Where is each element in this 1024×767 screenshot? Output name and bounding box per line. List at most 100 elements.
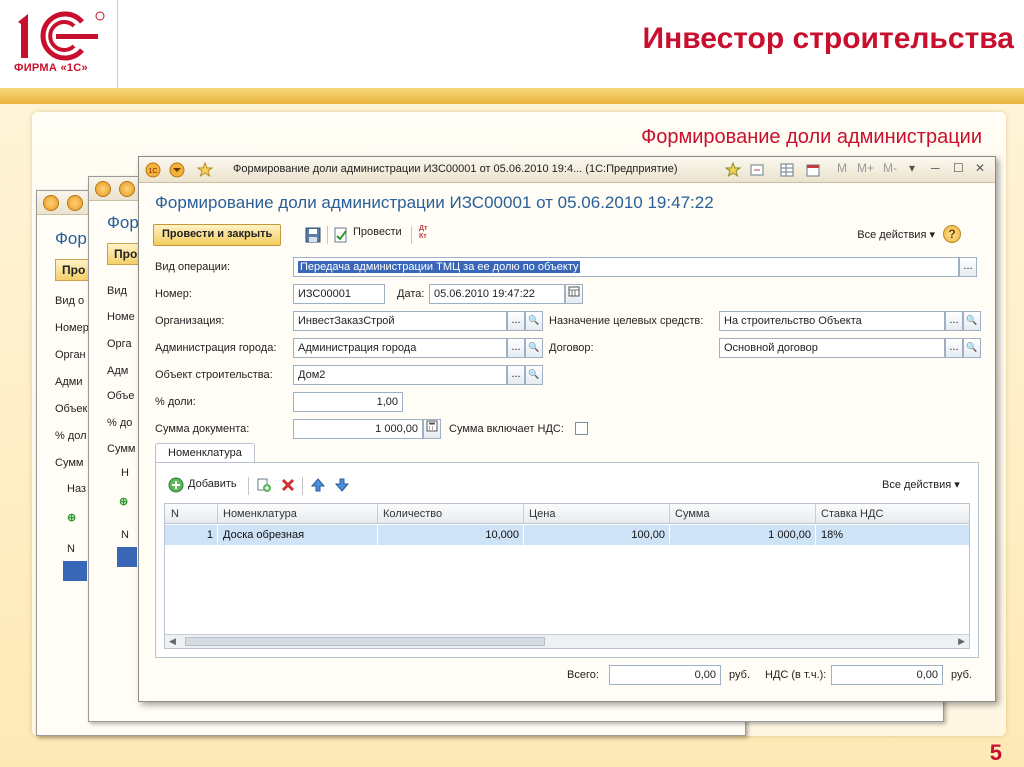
bg2-label-4: Объе [107, 390, 135, 402]
window-menu-button[interactable]: ▾ [909, 161, 915, 175]
scroll-right-icon[interactable]: ▶ [958, 636, 965, 647]
favorite-star-icon[interactable] [197, 162, 213, 178]
bg1-label-6: Сумм [55, 457, 84, 469]
document-window[interactable]: 1С Формирование доли администрации ИЗС00… [138, 156, 996, 702]
calendar-icon[interactable] [805, 162, 821, 178]
memory-m-button[interactable]: M [837, 161, 847, 175]
bg1-grid-header: N [67, 543, 75, 555]
close-button[interactable]: ✕ [975, 161, 985, 175]
calculator-button[interactable] [423, 419, 441, 439]
organization-field[interactable]: ИнвестЗаказСтрой [293, 311, 507, 331]
copy-row-icon[interactable] [256, 477, 272, 493]
nomenclature-grid[interactable]: N Номенклатура Количество Цена Сумма Ста… [164, 503, 970, 649]
star-add-icon[interactable] [725, 162, 741, 178]
contract-field[interactable]: Основной договор [719, 338, 945, 358]
bg2-tab[interactable]: Н [121, 467, 129, 479]
bg2-add-icon[interactable]: ⊕ [119, 495, 128, 508]
logo-text: ФИРМА «1С» [14, 62, 88, 74]
cell-nomenclature: Доска обрезная [223, 529, 305, 541]
memory-minus-button[interactable]: M- [883, 161, 897, 175]
vat-included-checkbox[interactable] [575, 422, 588, 435]
memory-plus-button[interactable]: M+ [857, 161, 874, 175]
calendar-button[interactable] [565, 284, 583, 304]
col-header-price[interactable]: Цена [529, 508, 555, 520]
object-select-button[interactable]: ... [507, 365, 525, 385]
scrollbar-thumb[interactable] [185, 637, 545, 646]
all-actions-menu[interactable]: Все действия ▾ [857, 228, 935, 241]
organization-label: Организация: [155, 315, 225, 327]
scroll-left-icon[interactable]: ◀ [169, 636, 176, 647]
city-admin-select-button[interactable]: ... [507, 338, 525, 358]
purpose-select-button[interactable]: ... [945, 311, 963, 331]
toolbar-separator [327, 226, 328, 244]
items-all-actions-menu[interactable]: Все действия ▾ [882, 478, 960, 491]
col-header-quantity[interactable]: Количество [383, 508, 442, 520]
window-title: Формирование доли администрации ИЗС00001… [233, 163, 678, 175]
bg1-label-0: Вид о [55, 295, 85, 307]
window-titlebar[interactable]: 1С Формирование доли администрации ИЗС00… [139, 157, 995, 183]
organization-select-button[interactable]: ... [507, 311, 525, 331]
table-icon[interactable] [779, 162, 795, 178]
col-header-nomenclature[interactable]: Номенклатура [223, 508, 297, 520]
share-label: % доли: [155, 396, 196, 408]
minimize-button[interactable]: ─ [931, 161, 940, 175]
vat-total-field[interactable]: 0,00 [831, 665, 943, 685]
bg1-add-icon[interactable]: ⊕ [67, 511, 76, 524]
move-up-icon[interactable] [310, 477, 326, 493]
add-icon[interactable] [168, 477, 184, 493]
operation-select-button[interactable]: ... [959, 257, 977, 277]
total-label: Всего: [567, 669, 599, 681]
tab-nomenclature[interactable]: Номенклатура [155, 443, 255, 463]
horizontal-scrollbar[interactable]: ◀ ▶ [165, 634, 969, 648]
app-1c-icon[interactable]: 1С [145, 162, 161, 178]
bg1-tab[interactable]: Наз [67, 483, 86, 495]
maximize-button[interactable]: ☐ [953, 161, 964, 175]
menu-dropdown-icon[interactable] [169, 162, 185, 178]
menu-icon [119, 181, 135, 197]
col-header-n[interactable]: N [171, 508, 179, 520]
bg1-label-4: Объек [55, 403, 88, 415]
cell-price: 100,00 [631, 529, 665, 541]
delete-row-icon[interactable] [280, 477, 296, 493]
object-label: Объект строительства: [155, 369, 273, 381]
bg1-grid-row[interactable] [63, 561, 87, 581]
save-icon[interactable] [305, 227, 321, 243]
purpose-search-icon[interactable]: 🔍 [963, 311, 981, 331]
city-admin-search-icon[interactable]: 🔍 [525, 338, 543, 358]
add-row-button[interactable]: Добавить [188, 478, 237, 490]
object-search-icon[interactable]: 🔍 [525, 365, 543, 385]
city-admin-label: Администрация города: [155, 342, 277, 354]
organization-search-icon[interactable]: 🔍 [525, 311, 543, 331]
document-heading: Формирование доли администрации ИЗС00001… [155, 193, 714, 212]
table-row[interactable]: 1 Доска обрезная 10,000 100,00 1 000,00 … [165, 525, 969, 545]
link-icon[interactable] [749, 162, 765, 178]
city-admin-field[interactable]: Администрация города [293, 338, 507, 358]
contract-select-button[interactable]: ... [945, 338, 963, 358]
contract-search-icon[interactable]: 🔍 [963, 338, 981, 358]
share-field[interactable]: 1,00 [293, 392, 403, 412]
bg1-label-2: Орган [55, 349, 86, 361]
document-sum-field[interactable]: 1 000,00 [293, 419, 423, 439]
purpose-field[interactable]: На строительство Объекта [719, 311, 945, 331]
object-field[interactable]: Дом2 [293, 365, 507, 385]
post-and-close-button[interactable]: Провести и закрыть [153, 224, 282, 246]
col-header-vat-rate[interactable]: Ставка НДС [821, 508, 883, 520]
col-header-sum[interactable]: Сумма [675, 508, 710, 520]
toolbar-separator [302, 477, 303, 495]
bg1-label-5: % дол [55, 430, 87, 442]
date-field[interactable]: 05.06.2010 19:47:22 [429, 284, 565, 304]
slide-title: Инвестор строительства [642, 22, 1014, 55]
vat-included-label: Сумма включает НДС: [449, 423, 564, 435]
dt-kt-icon[interactable]: Дт Кт [419, 225, 433, 241]
nomenclature-panel: Добавить Все действия ▾ N Номенклатура К… [155, 462, 979, 658]
number-field[interactable]: ИЗС00001 [293, 284, 385, 304]
post-button[interactable]: Провести [353, 226, 402, 238]
post-document-icon[interactable] [333, 227, 349, 243]
operation-field[interactable]: Передача администрации ТМЦ за ее долю по… [293, 257, 959, 277]
help-button[interactable]: ? [943, 225, 961, 243]
bg2-grid-row[interactable] [117, 547, 137, 567]
toolbar-separator [411, 226, 412, 244]
move-down-icon[interactable] [334, 477, 350, 493]
total-field[interactable]: 0,00 [609, 665, 721, 685]
calendar-icon [568, 286, 580, 297]
